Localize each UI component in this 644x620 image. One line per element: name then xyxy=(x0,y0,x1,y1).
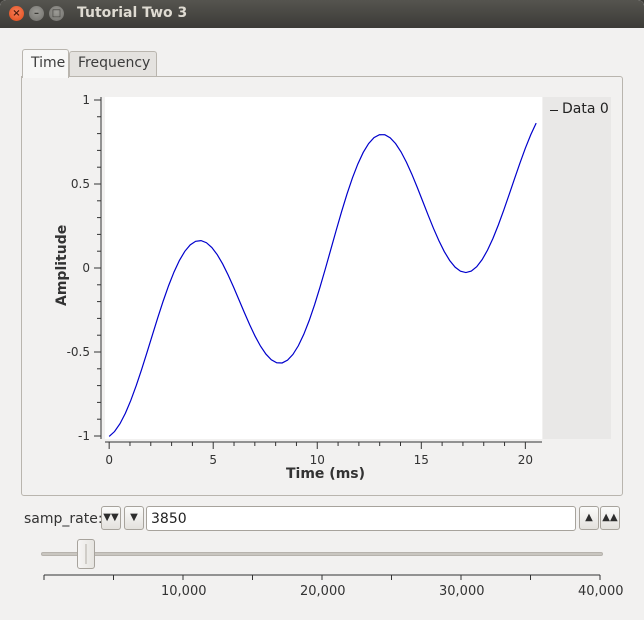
tab-time[interactable]: Time xyxy=(22,49,69,78)
slider-ticks xyxy=(43,575,601,580)
slider-tick-label: 20,000 xyxy=(300,584,346,599)
slider-scale xyxy=(43,574,601,580)
slider-tick-label: 40,000 xyxy=(578,584,624,599)
slider-tick-label: 30,000 xyxy=(439,584,485,599)
app-window: × – □ Tutorial Two 3 Time Frequency Data… xyxy=(0,0,644,620)
slider-tick-label: 10,000 xyxy=(161,584,207,599)
